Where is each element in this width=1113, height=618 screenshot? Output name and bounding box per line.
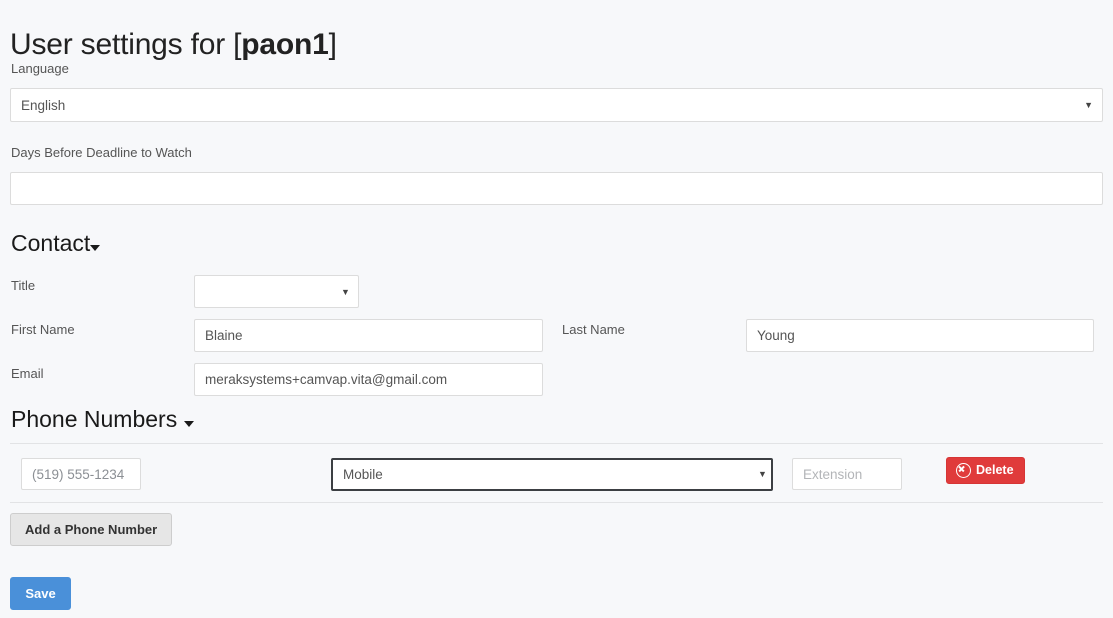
page-title-username: paon1 [241, 28, 329, 62]
first-name-label: First Name [11, 322, 75, 337]
last-name-label: Last Name [562, 322, 625, 337]
language-label: Language [11, 61, 69, 76]
days-before-deadline-input[interactable] [10, 172, 1103, 205]
user-settings-page: User settings for [paon1] Language ▼ Day… [0, 0, 1113, 618]
times-circle-icon [956, 463, 971, 478]
days-before-deadline-label: Days Before Deadline to Watch [11, 145, 192, 160]
title-select[interactable] [194, 275, 359, 308]
contact-section-heading-label: Contact [11, 230, 91, 256]
caret-down-icon [184, 420, 195, 427]
phone-numbers-section-heading[interactable]: Phone Numbers [11, 405, 195, 433]
title-label: Title [11, 278, 36, 293]
phone-list-bottom-divider [10, 502, 1103, 503]
email-label: Email [11, 366, 44, 381]
delete-phone-button-label: Delete [976, 463, 1014, 477]
first-name-input[interactable] [194, 319, 543, 352]
caret-down-icon [90, 244, 101, 251]
phone-numbers-section-heading-label: Phone Numbers [11, 406, 178, 432]
page-title: User settings for [paon1] [10, 26, 337, 64]
save-button[interactable]: Save [10, 577, 71, 610]
last-name-input[interactable] [746, 319, 1094, 352]
phone-type-select[interactable] [331, 458, 773, 491]
contact-section-heading[interactable]: Contact [11, 229, 101, 257]
language-select[interactable] [10, 88, 1103, 122]
email-input[interactable] [194, 363, 543, 396]
phone-list-top-divider [10, 443, 1103, 444]
phone-extension-input[interactable] [792, 458, 902, 490]
page-title-prefix: User settings for [ [10, 28, 242, 62]
phone-number-input[interactable] [21, 458, 141, 490]
delete-phone-button[interactable]: Delete [946, 457, 1025, 484]
add-phone-number-button[interactable]: Add a Phone Number [10, 513, 173, 546]
page-title-suffix: ] [328, 28, 337, 62]
